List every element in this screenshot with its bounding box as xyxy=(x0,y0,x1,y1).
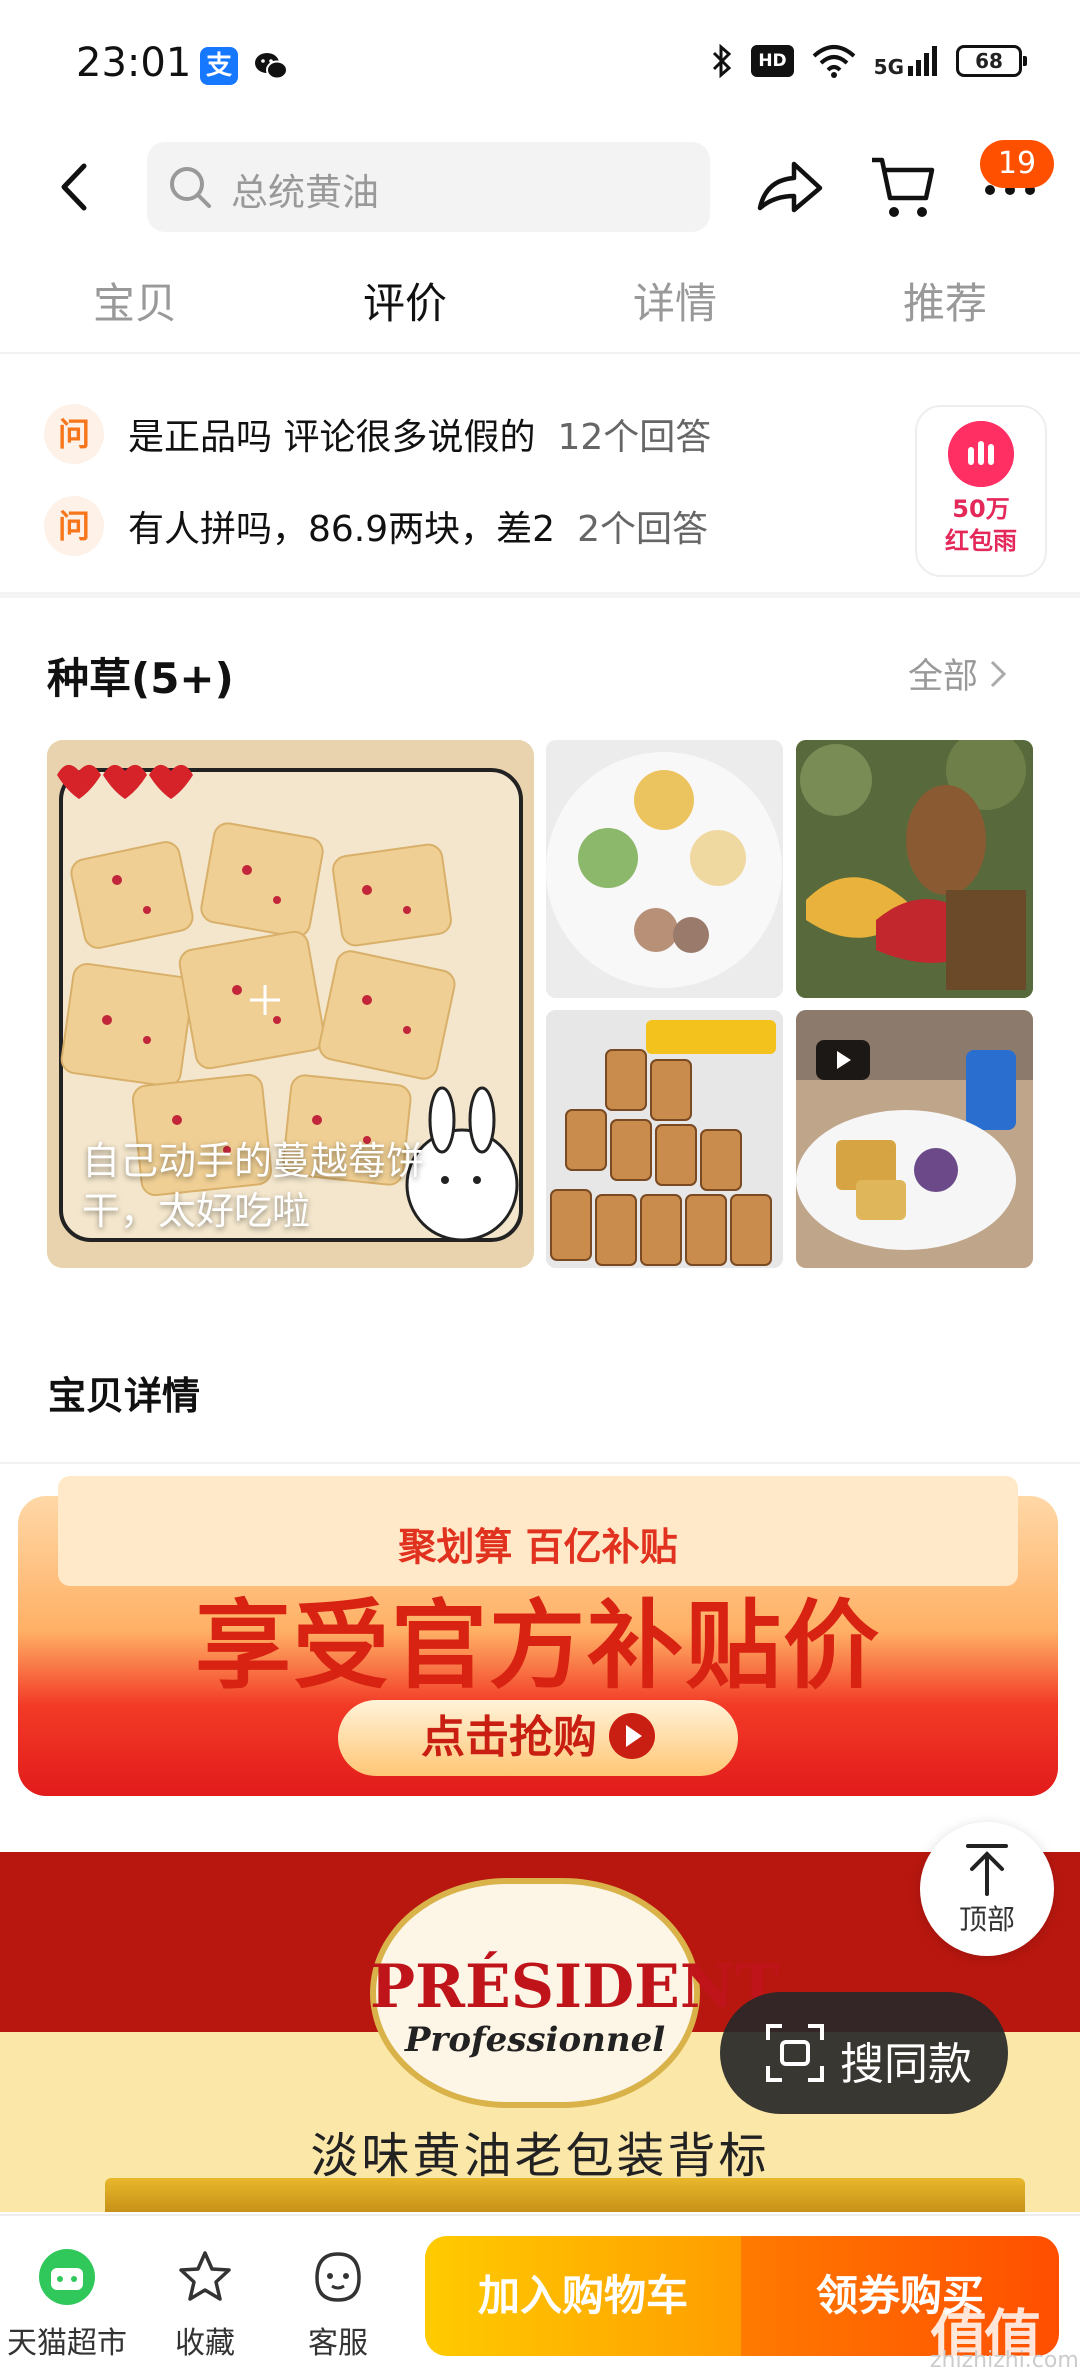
zhongcao-video-thumbnail[interactable] xyxy=(796,1010,1033,1268)
red-envelope-rain-widget[interactable]: 50万 红包雨 xyxy=(915,405,1047,577)
back-to-top-label: 顶部 xyxy=(958,1903,1015,1936)
zhongcao-thumbnail[interactable] xyxy=(796,740,1033,998)
question-icon: 问 xyxy=(44,404,104,464)
scan-icon xyxy=(766,2024,824,2082)
back-to-top-button[interactable]: 顶部 xyxy=(920,1822,1054,1956)
butter-package-edge xyxy=(105,2178,1025,2212)
bar-chart-icon xyxy=(948,421,1014,487)
zhongcao-caption: 自己动手的蔓越莓饼干，太好吃啦 xyxy=(82,1139,425,1233)
tmall-label: 天猫超市 xyxy=(7,2326,127,2361)
tmall-supermarket-button[interactable]: 天猫超市 xyxy=(2,2248,132,2362)
qa-item[interactable]: 问 有人拼吗，86.9两块，差2 2个回答 xyxy=(44,496,708,556)
search-input[interactable]: 总统黄油 xyxy=(147,142,710,232)
view-all-label: 全部 xyxy=(908,657,979,697)
add-to-cart-button[interactable]: 加入购物车 xyxy=(425,2236,741,2356)
product-description: 淡味黄油老包装背标 xyxy=(310,2128,770,2184)
brand-name: PRÉSIDENT xyxy=(370,1952,780,2022)
red-rain-label: 红包雨 xyxy=(945,527,1017,555)
mooncakes-photo xyxy=(546,740,783,998)
cellular-signal-icon: 5G xyxy=(873,46,938,79)
zhongcao-thumbnail[interactable] xyxy=(546,740,783,998)
site-watermark-url: zhizhizhi.com xyxy=(930,2348,1079,2373)
search-placeholder: 总统黄油 xyxy=(231,171,379,214)
network-type: 5G xyxy=(873,55,904,79)
tab-baobei[interactable]: 宝贝 xyxy=(0,262,270,354)
play-arrow-icon xyxy=(609,1713,655,1759)
qa-answer-count: 2个回答 xyxy=(577,509,708,550)
qa-question: 有人拼吗，86.9两块，差2 xyxy=(128,509,556,550)
hd-indicator: HD xyxy=(751,45,794,77)
chevron-right-icon xyxy=(990,660,1007,687)
cart-icon[interactable] xyxy=(868,150,938,226)
zhongcao-featured-post[interactable]: 自己动手的蔓越莓饼干，太好吃啦 xyxy=(47,740,534,1268)
qa-answer-count: 12个回答 xyxy=(557,417,712,458)
section-divider xyxy=(0,592,1080,598)
snacks-photo xyxy=(796,740,1033,998)
search-same-item-button[interactable]: 搜同款 xyxy=(720,1992,1008,2114)
banner-subtitle: 聚划算 百亿补贴 xyxy=(398,1525,678,1569)
bluetooth-icon xyxy=(713,44,732,78)
zhongcao-view-all[interactable]: 全部 xyxy=(908,648,1008,699)
banner-headline: 享受官方补贴价 xyxy=(195,1590,881,1702)
search-icon xyxy=(170,167,211,208)
section-tabs: 宝贝 评价 详情 推荐 xyxy=(0,262,1080,354)
favorite-button[interactable]: 收藏 xyxy=(140,2248,270,2362)
alipay-notification-icon: 支 xyxy=(200,47,238,85)
status-right-icons: HD 5G 68 xyxy=(711,44,1027,79)
customer-service-button[interactable]: 客服 xyxy=(273,2248,403,2362)
grab-now-button[interactable]: 点击抢购 xyxy=(338,1700,738,1776)
status-bar: 23:01 支 HD 5G 68 xyxy=(0,0,1080,130)
cart-count-badge: 19 xyxy=(980,140,1054,188)
star-icon xyxy=(179,2251,231,2301)
battery-indicator: 68 xyxy=(956,45,1027,77)
grab-now-label: 点击抢购 xyxy=(421,1712,597,1763)
tab-reviews[interactable]: 评价 xyxy=(270,262,540,354)
favorite-label: 收藏 xyxy=(175,2326,235,2361)
search-same-label: 搜同款 xyxy=(840,2039,972,2090)
tmall-logo-icon xyxy=(39,2249,95,2305)
wechat-notification-icon xyxy=(255,53,288,80)
back-arrow-icon[interactable] xyxy=(40,152,110,222)
status-time: 23:01 xyxy=(76,40,192,86)
cookie-jars-photo xyxy=(546,1010,783,1268)
share-icon[interactable] xyxy=(752,150,828,226)
tab-recommend[interactable]: 推荐 xyxy=(810,262,1080,354)
tabs-divider xyxy=(0,352,1080,354)
arrow-up-icon xyxy=(966,1844,1008,1896)
subsidy-banner[interactable]: 聚划算 百亿补贴 享受官方补贴价 点击抢购 xyxy=(18,1468,1058,1848)
qa-item[interactable]: 问 是正品吗 评论很多说假的 12个回答 xyxy=(44,404,711,464)
detail-section-title: 宝贝详情 xyxy=(48,1374,201,1418)
tab-details[interactable]: 详情 xyxy=(540,262,810,354)
play-icon xyxy=(816,1040,870,1080)
qa-question: 是正品吗 评论很多说假的 xyxy=(128,417,536,458)
zhongcao-thumbnail[interactable] xyxy=(546,1010,783,1268)
zhongcao-title: 种草(5+) xyxy=(47,654,234,703)
detail-divider xyxy=(0,1462,1080,1464)
red-rain-amount: 50万 xyxy=(952,495,1010,523)
brand-subtitle: Professionnel xyxy=(404,2020,666,2060)
service-face-icon xyxy=(315,2252,361,2302)
wifi-icon xyxy=(812,45,855,78)
bottom-action-bar: 天猫超市 收藏 客服 加入购物车 领券购买 xyxy=(0,2214,1080,2376)
top-nav-bar: 总统黄油 19 xyxy=(0,130,1080,250)
question-icon: 问 xyxy=(44,496,104,556)
service-label: 客服 xyxy=(308,2326,368,2361)
